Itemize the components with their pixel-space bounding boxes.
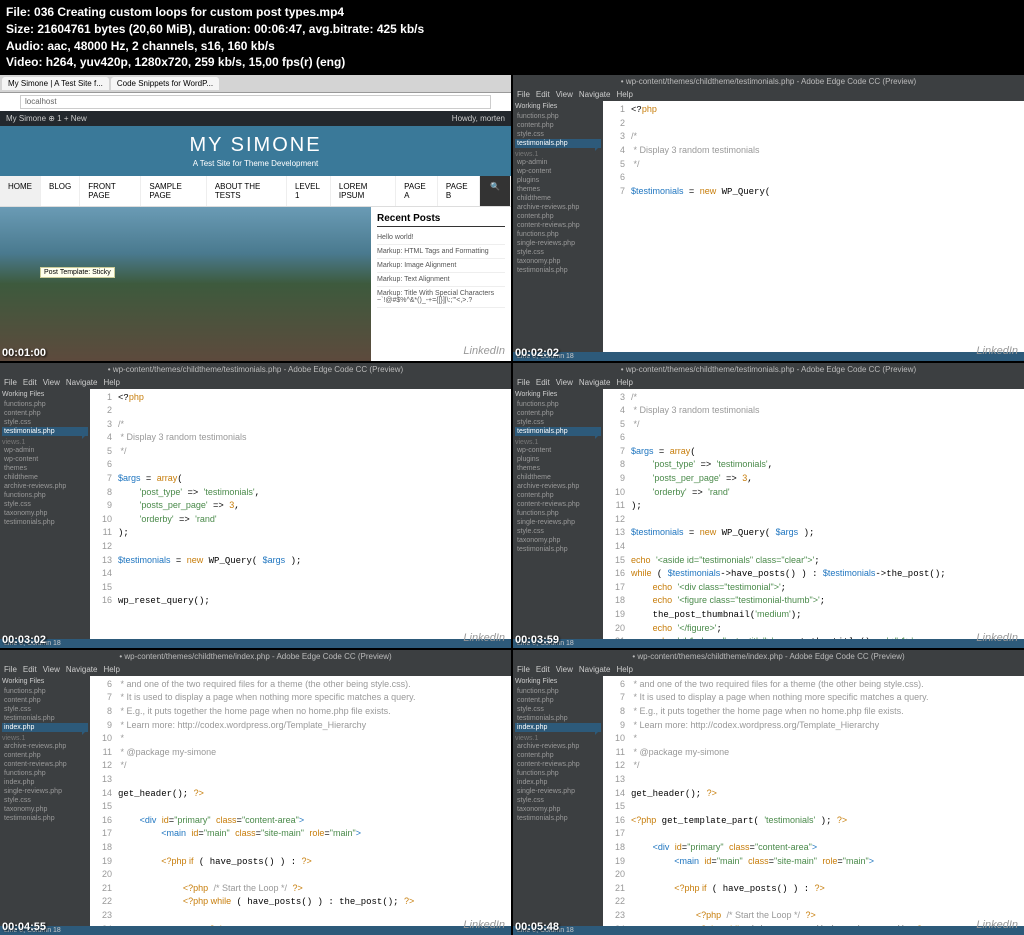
code-editor[interactable]: 6 * and one of the two required files fo… (90, 676, 511, 926)
file-item-active[interactable]: index.php (515, 723, 601, 732)
file-item-active[interactable]: testimonials.php (2, 427, 88, 436)
status-bar: Line 6, Column 18 (0, 926, 511, 935)
window-title: • wp-content/themes/childtheme/testimoni… (513, 363, 1024, 376)
tooltip: Post Template: Sticky (40, 267, 115, 278)
post-link[interactable]: Markup: Text Alignment (377, 273, 505, 287)
code-editor[interactable]: 3/* 4 * Display 3 random testimonials 5 … (603, 389, 1024, 639)
nav-item[interactable]: LEVEL 1 (287, 176, 331, 206)
post-link[interactable]: Markup: Image Alignment (377, 259, 505, 273)
site-hero: MY SIMONE A Test Site for Theme Developm… (0, 126, 511, 176)
address-bar[interactable]: localhost (20, 95, 491, 109)
window-title: • wp-content/themes/childtheme/testimoni… (513, 75, 1024, 88)
status-bar: Line 6, Column 18 (0, 639, 511, 648)
post-link[interactable]: Markup: HTML Tags and Formatting (377, 245, 505, 259)
status-bar: Line 6, Column 18 (513, 639, 1024, 648)
main-nav[interactable]: HOME BLOG FRONT PAGE SAMPLE PAGE ABOUT T… (0, 176, 511, 207)
featured-image: Post Template: Sticky (0, 207, 371, 360)
file-sidebar[interactable]: Working Files functions.php content.php … (513, 389, 603, 639)
file-item-active[interactable]: testimonials.php (515, 427, 601, 436)
timestamp: 00:02:02 (515, 347, 559, 359)
file-sidebar[interactable]: Working Files functions.php content.php … (513, 101, 603, 351)
timestamp: 00:01:00 (2, 347, 46, 359)
file-item[interactable]: content.php (515, 121, 601, 130)
status-bar: Line 6, Column 18 (513, 926, 1024, 935)
search-icon[interactable]: 🔍 (480, 176, 511, 206)
post-link[interactable]: Hello world! (377, 231, 505, 245)
site-tagline: A Test Site for Theme Development (0, 159, 511, 168)
window-title: • wp-content/themes/childtheme/index.php… (0, 650, 511, 663)
menu-bar[interactable]: FileEditViewNavigateHelp (0, 663, 511, 676)
window-title: • wp-content/themes/childtheme/index.php… (513, 650, 1024, 663)
watermark: LinkedIn (976, 919, 1018, 931)
nav-item[interactable]: PAGE B (438, 176, 480, 206)
watermark: LinkedIn (463, 632, 505, 644)
watermark: LinkedIn (976, 632, 1018, 644)
thumbnail-1: My Simone | A Test Site f... Code Snippe… (0, 75, 511, 360)
nav-item[interactable]: SAMPLE PAGE (141, 176, 206, 206)
watermark: LinkedIn (976, 345, 1018, 357)
timestamp: 00:04:55 (2, 921, 46, 933)
timestamp: 00:03:59 (515, 634, 559, 646)
sidebar-widget: Recent Posts Hello world! Markup: HTML T… (371, 207, 511, 360)
widget-title: Recent Posts (377, 213, 505, 227)
menu-bar[interactable]: FileEditViewNavigateHelp (0, 376, 511, 389)
thumbnail-2: • wp-content/themes/childtheme/testimoni… (513, 75, 1024, 360)
nav-item[interactable]: PAGE A (396, 176, 438, 206)
status-bar: Line 6, Column 18 (513, 352, 1024, 361)
nav-item[interactable]: FRONT PAGE (80, 176, 141, 206)
file-sidebar[interactable]: Working Files functions.php content.php … (0, 389, 90, 639)
nav-item[interactable]: BLOG (41, 176, 80, 206)
tab-2[interactable]: Code Snippets for WordP... (111, 77, 219, 90)
post-link[interactable]: Markup: Title With Special Characters ~`… (377, 287, 505, 308)
file-sidebar[interactable]: Working Files functions.php content.php … (513, 676, 603, 926)
menu-bar[interactable]: FileEditViewNavigateHelp (513, 88, 1024, 101)
file-item-active[interactable]: testimonials.php (515, 139, 601, 148)
nav-item[interactable]: LOREM IPSUM (331, 176, 396, 206)
code-editor[interactable]: 1<?php 2 3/* 4 * Display 3 random testim… (90, 389, 511, 639)
window-title: • wp-content/themes/childtheme/testimoni… (0, 363, 511, 376)
thumbnail-4: • wp-content/themes/childtheme/testimoni… (513, 363, 1024, 648)
nav-item[interactable]: ABOUT THE TESTS (207, 176, 287, 206)
menu-bar[interactable]: FileEditViewNavigateHelp (513, 663, 1024, 676)
thumbnail-5: • wp-content/themes/childtheme/index.php… (0, 650, 511, 935)
timestamp: 00:03:02 (2, 634, 46, 646)
file-item[interactable]: style.css (515, 130, 601, 139)
file-item[interactable]: functions.php (515, 112, 601, 121)
file-info-block: File: 036 Creating custom loops for cust… (0, 0, 1024, 75)
file-sidebar[interactable]: Working Files functions.php content.php … (0, 676, 90, 926)
timestamp: 00:05:48 (515, 921, 559, 933)
nav-home[interactable]: HOME (0, 176, 41, 206)
watermark: LinkedIn (463, 919, 505, 931)
code-editor[interactable]: 1<?php 2 3/* 4 * Display 3 random testim… (603, 101, 1024, 351)
thumbnail-6: • wp-content/themes/childtheme/index.php… (513, 650, 1024, 935)
menu-bar[interactable]: FileEditViewNavigateHelp (513, 376, 1024, 389)
code-editor[interactable]: 6 * and one of the two required files fo… (603, 676, 1024, 926)
site-title: MY SIMONE (0, 134, 511, 157)
wp-admin-bar[interactable]: My Simone ⊕ 1 + New Howdy, morten (0, 111, 511, 126)
tab-1[interactable]: My Simone | A Test Site f... (2, 77, 109, 90)
browser-tabs[interactable]: My Simone | A Test Site f... Code Snippe… (0, 75, 511, 93)
watermark: LinkedIn (463, 345, 505, 357)
file-item-active[interactable]: index.php (2, 723, 88, 732)
thumbnail-3: • wp-content/themes/childtheme/testimoni… (0, 363, 511, 648)
